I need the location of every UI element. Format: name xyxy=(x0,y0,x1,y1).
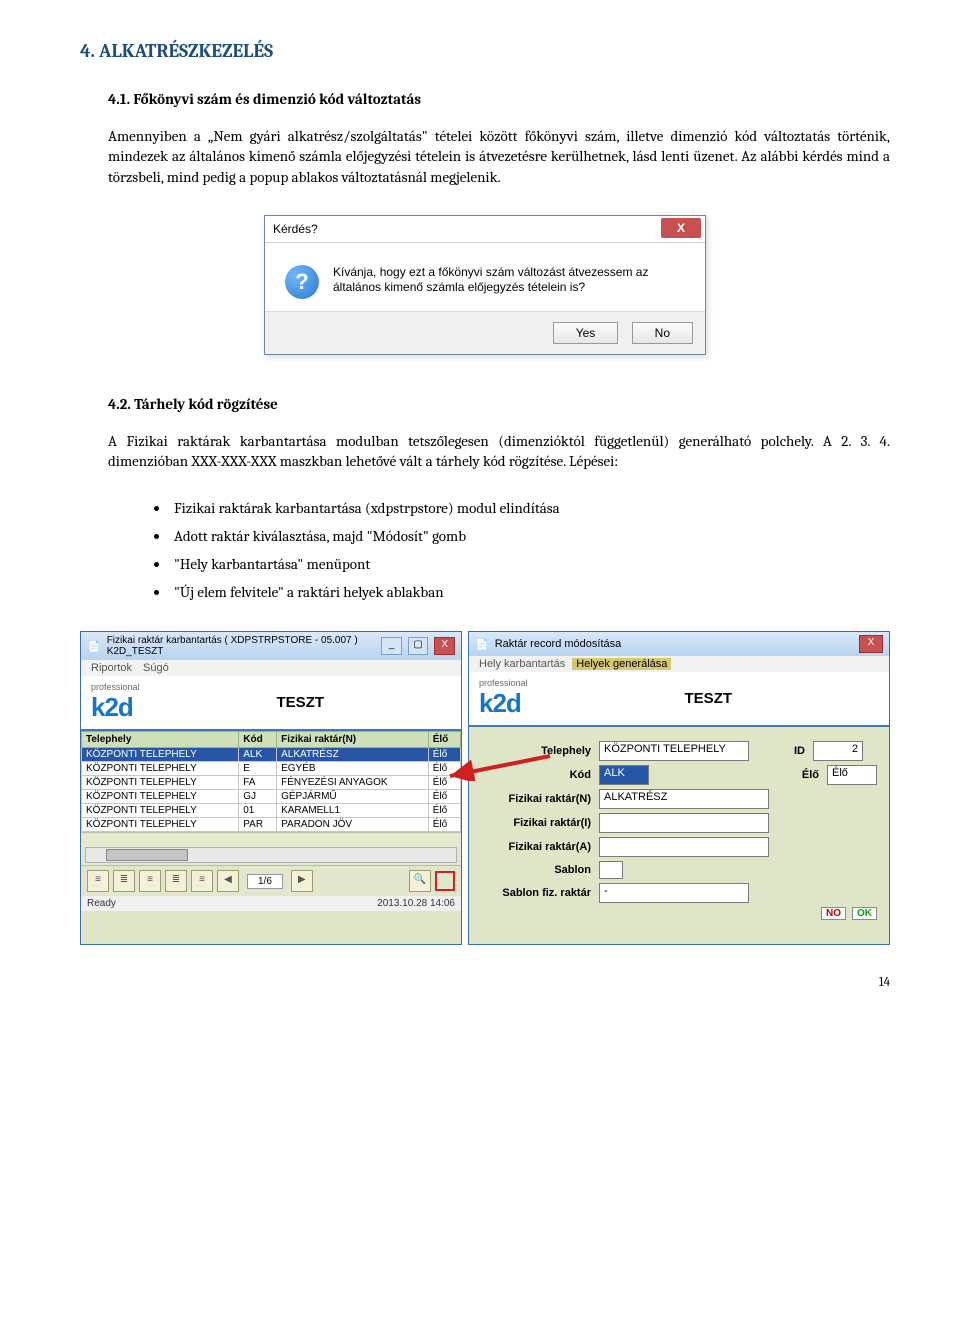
yes-button[interactable]: Yes xyxy=(553,322,619,344)
field-label: Telephely xyxy=(481,745,591,757)
id-field[interactable]: 2 xyxy=(813,741,863,761)
ok-button[interactable]: OK xyxy=(852,907,877,920)
raktar-a-field[interactable] xyxy=(599,837,769,857)
menu-item[interactable]: Helyek generálása xyxy=(572,658,671,670)
close-icon[interactable]: X xyxy=(434,637,455,655)
scroll-thumb[interactable] xyxy=(106,849,188,861)
grid-empty xyxy=(81,832,461,865)
close-icon[interactable]: X xyxy=(859,635,883,653)
tool-icon[interactable]: ≣ xyxy=(165,870,187,892)
maximize-icon[interactable]: ▢ xyxy=(408,637,429,655)
env-label: TESZT xyxy=(538,690,879,707)
table-row[interactable]: KÖZPONTI TELEPHELY01KARAMELL1Élő xyxy=(82,804,461,818)
tool-icon[interactable]: 🔍 xyxy=(409,870,431,892)
window-titlebar: 📄 Raktár record módosítása X xyxy=(469,632,889,656)
dialog-titlebar: Kérdés? X xyxy=(265,216,705,243)
window-edit: 📄 Raktár record módosítása X Hely karban… xyxy=(468,631,890,945)
logo: professional k2d xyxy=(91,682,140,723)
field-label: Kód xyxy=(481,769,591,781)
app-icon: 📄 xyxy=(87,640,101,653)
field-label: Élő xyxy=(789,769,819,781)
prev-icon[interactable]: ◀ xyxy=(217,870,239,892)
logo: professional k2d xyxy=(479,678,528,719)
window-list: 📄 Fizikai raktár karbantartás ( XDPSTRPS… xyxy=(80,631,462,945)
sablon-checkbox[interactable] xyxy=(599,861,623,879)
question-icon: ? xyxy=(285,265,319,299)
paragraph-42: A Fizikai raktárak karbantartása modulba… xyxy=(108,431,890,472)
pager: 1/6 xyxy=(247,874,283,889)
steps-list: Fizikai raktárak karbantartása (xdpstrps… xyxy=(130,499,890,601)
env-label: TESZT xyxy=(150,694,451,711)
tool-icon[interactable]: ≣ xyxy=(113,870,135,892)
confirm-dialog: Kérdés? X ? Kívánja, hogy ezt a főkönyvi… xyxy=(264,215,706,355)
field-label: Sablon fiz. raktár xyxy=(481,887,591,899)
field-label: Fizikai raktár(N) xyxy=(481,793,591,805)
status-bar: Ready 2013.10.28 14:06 xyxy=(81,896,461,911)
heading-41: 4.1. Főkönyvi szám és dimenzió kód válto… xyxy=(80,90,890,108)
no-button[interactable]: No xyxy=(632,322,693,344)
heading-main: 4. ALKATRÉSZKEZELÉS xyxy=(80,40,890,62)
highlighted-button[interactable] xyxy=(435,871,455,891)
window-title-text: Fizikai raktár karbantartás ( XDPSTRPSTO… xyxy=(107,635,370,657)
menubar[interactable]: Hely karbantartás Helyek generálása xyxy=(469,656,889,672)
telephely-field[interactable]: KÖZPONTI TELEPHELY xyxy=(599,741,749,761)
paragraph-41: Amennyiben a „Nem gyári alkatrész/szolgá… xyxy=(108,126,890,187)
heading-42: 4.2. Tárhely kód rögzítése xyxy=(80,395,890,413)
menu-help[interactable]: Súgó xyxy=(139,662,173,674)
elo-field[interactable]: Élő xyxy=(827,765,877,785)
window-title-text: Raktár record módosítása xyxy=(495,638,622,650)
list-item: "Új elem felvitele" a raktári helyek abl… xyxy=(170,583,890,601)
close-icon[interactable]: X xyxy=(661,218,701,238)
brand-bar: professional k2d TESZT xyxy=(469,672,889,727)
page-number: 14 xyxy=(80,975,890,990)
table-row[interactable]: KÖZPONTI TELEPHELYPARPARADON JÖVÉlő xyxy=(82,818,461,832)
status-text: Ready xyxy=(87,898,116,909)
list-item: Fizikai raktárak karbantartása (xdpstrps… xyxy=(170,499,890,517)
logo-sub: professional xyxy=(91,682,140,692)
table-row[interactable]: KÖZPONTI TELEPHELYGJGÉPJÁRMŰÉlő xyxy=(82,790,461,804)
next-icon[interactable]: ▶ xyxy=(291,870,313,892)
menubar[interactable]: Riportok Súgó xyxy=(81,660,461,676)
table-row[interactable]: KÖZPONTI TELEPHELYEEGYÉBÉlő xyxy=(82,762,461,776)
table-row[interactable]: KÖZPONTI TELEPHELYALKALKATRÉSZÉlő xyxy=(82,748,461,762)
sablon-raktar-field[interactable]: - xyxy=(599,883,749,903)
logo-sub: professional xyxy=(479,678,528,688)
edit-form: Telephely KÖZPONTI TELEPHELY ID 2 Kód AL… xyxy=(469,727,889,944)
dialog-title-text: Kérdés? xyxy=(273,222,318,236)
field-label: Fizikai raktár(A) xyxy=(481,841,591,853)
window-titlebar: 📄 Fizikai raktár karbantartás ( XDPSTRPS… xyxy=(81,632,461,660)
tool-icon[interactable]: ≡ xyxy=(191,870,213,892)
tool-icon[interactable]: ≡ xyxy=(139,870,161,892)
minimize-icon[interactable]: _ xyxy=(381,637,402,655)
list-item: Adott raktár kiválasztása, majd "Módosít… xyxy=(170,527,890,545)
kod-field[interactable]: ALK xyxy=(599,765,649,785)
app-icon: 📄 xyxy=(475,638,489,651)
menu-reports[interactable]: Riportok xyxy=(87,662,136,674)
field-label: ID xyxy=(775,745,805,757)
warehouse-table[interactable]: Telephely Kód Fizikai raktár(N) Élő KÖZP… xyxy=(81,731,461,832)
app-screenshot: 📄 Fizikai raktár karbantartás ( XDPSTRPS… xyxy=(80,631,890,945)
col-header[interactable]: Fizikai raktár(N) xyxy=(277,732,429,748)
field-label: Sablon xyxy=(481,864,591,876)
dialog-message: Kívánja, hogy ezt a főkönyvi szám változ… xyxy=(333,265,685,299)
raktar-i-field[interactable] xyxy=(599,813,769,833)
tool-icon[interactable]: ≡ xyxy=(87,870,109,892)
h-scrollbar[interactable] xyxy=(85,847,457,863)
no-button[interactable]: NO xyxy=(821,907,846,920)
col-header[interactable]: Élő xyxy=(428,732,460,748)
field-label: Fizikai raktár(I) xyxy=(481,817,591,829)
col-header[interactable]: Kód xyxy=(239,732,277,748)
toolbar: ≡ ≣ ≡ ≣ ≡ ◀ 1/6 ▶ 🔍 xyxy=(81,865,461,896)
list-item: "Hely karbantartása" menüpont xyxy=(170,555,890,573)
col-header[interactable]: Telephely xyxy=(82,732,239,748)
menu-item[interactable]: Hely karbantartás xyxy=(475,658,569,670)
table-row[interactable]: KÖZPONTI TELEPHELYFAFÉNYEZÉSI ANYAGOKÉlő xyxy=(82,776,461,790)
status-time: 2013.10.28 14:06 xyxy=(377,898,455,909)
brand-bar: professional k2d TESZT xyxy=(81,676,461,731)
raktar-n-field[interactable]: ALKATRÉSZ xyxy=(599,789,769,809)
